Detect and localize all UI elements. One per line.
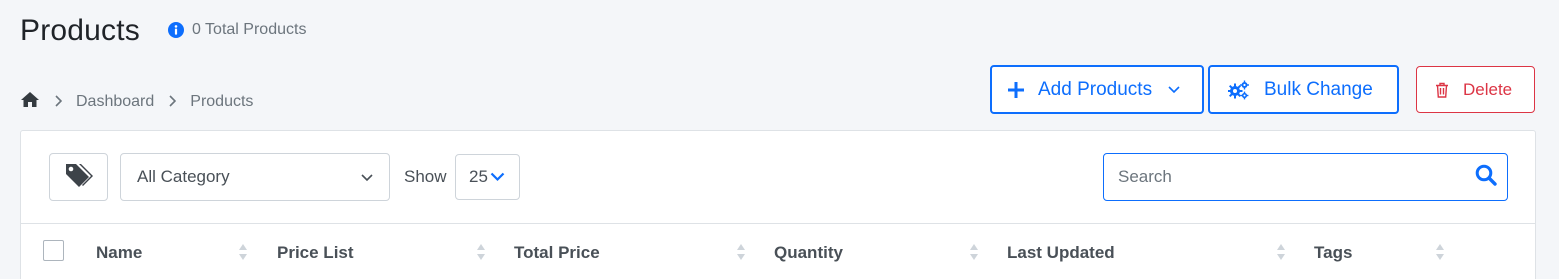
total-products-text: 0 Total Products — [192, 21, 307, 38]
column-header-total-price[interactable]: Total Price — [514, 243, 600, 263]
tags-icon — [64, 162, 94, 193]
trash-icon — [1435, 82, 1449, 98]
breadcrumb: Dashboard Products — [20, 91, 253, 113]
chevron-down-icon — [1168, 85, 1180, 94]
column-header-name[interactable]: Name — [96, 243, 142, 263]
breadcrumb-dashboard[interactable]: Dashboard — [76, 93, 154, 111]
plus-icon — [1008, 81, 1024, 98]
products-card: All Category Show 25 Name Price List Tot… — [20, 130, 1536, 279]
bulk-change-label: Bulk Change — [1264, 78, 1373, 100]
page-size-value: 25 — [469, 167, 488, 186]
column-header-price-list[interactable]: Price List — [277, 243, 354, 263]
breadcrumb-separator-icon — [54, 94, 63, 110]
column-header-tags[interactable]: Tags — [1314, 243, 1352, 263]
add-products-button[interactable]: Add Products — [990, 65, 1204, 114]
page-size-select[interactable]: 25 — [455, 154, 520, 200]
search-icon[interactable] — [1475, 164, 1497, 191]
select-all-checkbox[interactable] — [43, 240, 64, 261]
column-header-quantity[interactable]: Quantity — [774, 243, 843, 263]
search-box — [1103, 153, 1508, 201]
delete-label: Delete — [1463, 79, 1513, 99]
bulk-change-button[interactable]: Bulk Change — [1208, 65, 1399, 114]
total-products-info: 0 Total Products — [168, 21, 306, 39]
sort-icon[interactable] — [969, 242, 979, 262]
column-header-last-updated[interactable]: Last Updated — [1007, 243, 1115, 263]
sort-icon[interactable] — [1435, 242, 1445, 262]
breadcrumb-separator-icon — [168, 94, 177, 110]
sort-icon[interactable] — [238, 242, 248, 262]
chevron-down-icon — [361, 167, 373, 187]
sort-icon[interactable] — [1276, 242, 1286, 262]
add-products-label: Add Products — [1038, 78, 1153, 100]
category-select-value: All Category — [137, 167, 230, 186]
home-icon[interactable] — [20, 91, 40, 113]
gears-icon — [1228, 80, 1250, 100]
search-input[interactable] — [1118, 167, 1475, 187]
show-label: Show — [404, 167, 447, 186]
breadcrumb-products: Products — [190, 93, 254, 110]
page-title: Products — [20, 14, 140, 47]
chevron-down-icon — [490, 167, 505, 187]
tags-filter-button[interactable] — [49, 153, 108, 201]
category-select[interactable]: All Category — [120, 153, 390, 201]
info-icon — [168, 22, 184, 38]
table-header: Name Price List Total Price Quantity Las… — [21, 224, 1535, 279]
sort-icon[interactable] — [476, 242, 486, 262]
delete-button[interactable]: Delete — [1416, 66, 1535, 113]
sort-icon[interactable] — [736, 242, 746, 262]
